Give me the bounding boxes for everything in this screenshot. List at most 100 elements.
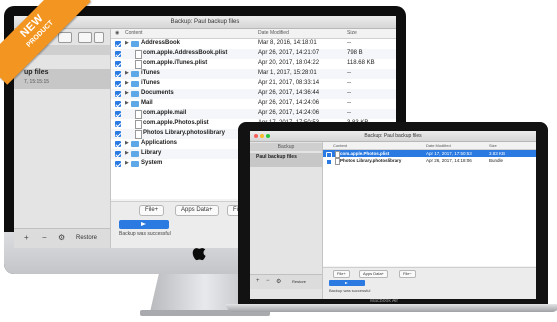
- file-name: com.apple.mail: [143, 110, 187, 116]
- file-date: Apr 26, 2017, 14:24:06: [258, 110, 320, 116]
- file-size: --: [347, 40, 351, 46]
- macbook-base: [226, 304, 557, 312]
- file-size: --: [347, 80, 351, 86]
- restore-button[interactable]: Restore: [292, 279, 306, 284]
- disclosure-triangle-icon[interactable]: ▶: [125, 100, 129, 106]
- table-row[interactable]: com.apple.mail Apr 26, 2017, 14:24:06 --: [111, 109, 396, 119]
- remove-button[interactable]: −: [42, 233, 47, 242]
- zoom-icon[interactable]: [266, 134, 270, 138]
- remove-file-button[interactable]: File−: [399, 270, 416, 278]
- file-name: Photos Library.photoslibrary: [340, 157, 402, 163]
- folder-icon: [131, 71, 139, 77]
- table-row[interactable]: ▶ AddressBook Mar 8, 2016, 14:18:01 --: [111, 39, 396, 49]
- sync-icon[interactable]: [94, 32, 104, 43]
- disclosure-triangle-icon[interactable]: ▶: [125, 40, 129, 46]
- close-icon[interactable]: [254, 134, 258, 138]
- disclosure-triangle-icon[interactable]: ▶: [125, 150, 129, 156]
- include-checkbox[interactable]: [115, 121, 121, 127]
- table-row[interactable]: com.apple.iTunes.plist Apr 20, 2017, 18:0…: [111, 59, 396, 69]
- column-size[interactable]: Size: [347, 30, 357, 36]
- folder-icon[interactable]: [78, 32, 92, 43]
- file-date: Apr 17, 2017, 17:50:53: [426, 150, 472, 156]
- folder-icon: [131, 151, 139, 157]
- column-size[interactable]: Size: [489, 143, 497, 148]
- action-bar: File+ Apps Data+ File− Backup was succes…: [323, 267, 536, 299]
- include-checkbox[interactable]: [326, 158, 332, 165]
- restore-button[interactable]: Restore: [76, 235, 97, 241]
- file-size: Bundle: [489, 157, 504, 163]
- include-checkbox[interactable]: [115, 41, 121, 47]
- add-file-button[interactable]: File+: [333, 270, 350, 278]
- include-checkbox[interactable]: [115, 131, 121, 137]
- include-checkbox[interactable]: [115, 161, 121, 167]
- backup-icon[interactable]: [58, 32, 72, 43]
- file-date: Apr 26, 2017, 14:21:07: [258, 50, 320, 56]
- apps-data-button[interactable]: Apps Data+: [175, 205, 219, 216]
- add-file-button[interactable]: File+: [139, 205, 165, 216]
- file-date: Apr 26, 2017, 14:36:44: [258, 90, 320, 96]
- include-checkbox[interactable]: [115, 61, 121, 67]
- file-date: Apr 20, 2017, 18:04:22: [258, 60, 320, 66]
- add-icon[interactable]: +: [256, 278, 260, 284]
- disclosure-triangle-icon[interactable]: ▶: [125, 140, 129, 146]
- file-date: Apr 26, 2017, 14:24:06: [258, 100, 320, 106]
- disclosure-triangle-icon[interactable]: ▶: [125, 70, 129, 76]
- sidebar-bottom-bar: + − ⚙ Restore: [250, 274, 322, 289]
- include-checkbox[interactable]: [115, 71, 121, 77]
- column-content[interactable]: Content: [333, 143, 347, 148]
- sidebar-item-date: 7, 15:15:15: [24, 79, 50, 85]
- table-row[interactable]: ▶ iTunes Mar 1, 2017, 15:28:01 --: [111, 69, 396, 79]
- column-date[interactable]: Date Modified: [426, 143, 451, 148]
- include-checkbox[interactable]: [115, 141, 121, 147]
- table-row[interactable]: ▶ Documents Apr 26, 2017, 14:36:44 --: [111, 89, 396, 99]
- column-date[interactable]: Date Modified: [258, 30, 289, 36]
- minimize-icon[interactable]: [260, 134, 264, 138]
- folder-icon: [131, 81, 139, 87]
- file-name: com.apple.iTunes.plist: [143, 60, 208, 66]
- file-date: Apr 21, 2017, 08:33:14: [258, 80, 320, 86]
- start-backup-button[interactable]: [119, 220, 169, 229]
- file-name: com.apple.AddressBook.plist: [143, 50, 228, 56]
- gear-icon[interactable]: ⚙: [58, 233, 65, 242]
- macbook-screen: Backup: Paul backup files Backup Paul ba…: [250, 131, 536, 299]
- include-checkbox[interactable]: [115, 111, 121, 117]
- gear-icon[interactable]: ⚙: [276, 278, 281, 285]
- file-icon: [135, 110, 142, 119]
- file-name: Mail: [141, 100, 153, 106]
- table-row[interactable]: Photos Library.photoslibrary Apr 26, 2017…: [323, 157, 536, 165]
- file-name: Library: [141, 150, 162, 156]
- file-size: --: [347, 70, 351, 76]
- folder-icon: [131, 141, 139, 147]
- include-checkbox[interactable]: [115, 151, 121, 157]
- visibility-icon: ◉: [115, 30, 120, 36]
- disclosure-triangle-icon[interactable]: ▶: [125, 80, 129, 86]
- include-checkbox[interactable]: [115, 91, 121, 97]
- include-checkbox[interactable]: [115, 101, 121, 107]
- folder-icon: [131, 41, 139, 47]
- table-row[interactable]: com.apple.AddressBook.plist Apr 26, 2017,…: [111, 49, 396, 59]
- file-table: Content Date Modified Size com.apple.Pho…: [323, 142, 536, 266]
- column-content[interactable]: Content: [125, 30, 143, 36]
- disclosure-triangle-icon[interactable]: ▶: [125, 90, 129, 96]
- start-backup-button[interactable]: [329, 280, 365, 286]
- add-button[interactable]: +: [24, 233, 29, 242]
- table-row[interactable]: ▶ Mail Apr 26, 2017, 14:24:06 --: [111, 99, 396, 109]
- file-date: Mar 8, 2016, 14:18:01: [258, 40, 317, 46]
- sidebar-item-label: Paul backup files: [256, 154, 297, 160]
- sidebar-item-label: up files: [24, 69, 49, 76]
- file-name: Applications: [141, 140, 178, 146]
- sidebar-header: Backup: [250, 143, 322, 151]
- disclosure-triangle-icon[interactable]: ▶: [125, 160, 129, 166]
- apps-data-button[interactable]: Apps Data+: [359, 270, 389, 278]
- file-icon: [135, 60, 142, 69]
- window-title: Backup: Paul backup files: [250, 131, 536, 142]
- table-header: Content Date Modified Size: [323, 142, 536, 150]
- remove-icon[interactable]: −: [266, 278, 270, 284]
- file-icon: [135, 120, 142, 129]
- table-row[interactable]: com.apple.Photos.plist Apr 17, 2017, 17:5…: [323, 150, 536, 158]
- file-size: --: [347, 100, 351, 106]
- folder-icon: [131, 161, 139, 167]
- include-checkbox[interactable]: [115, 81, 121, 87]
- include-checkbox[interactable]: [115, 51, 121, 57]
- table-row[interactable]: ▶ iTunes Apr 21, 2017, 08:33:14 --: [111, 79, 396, 89]
